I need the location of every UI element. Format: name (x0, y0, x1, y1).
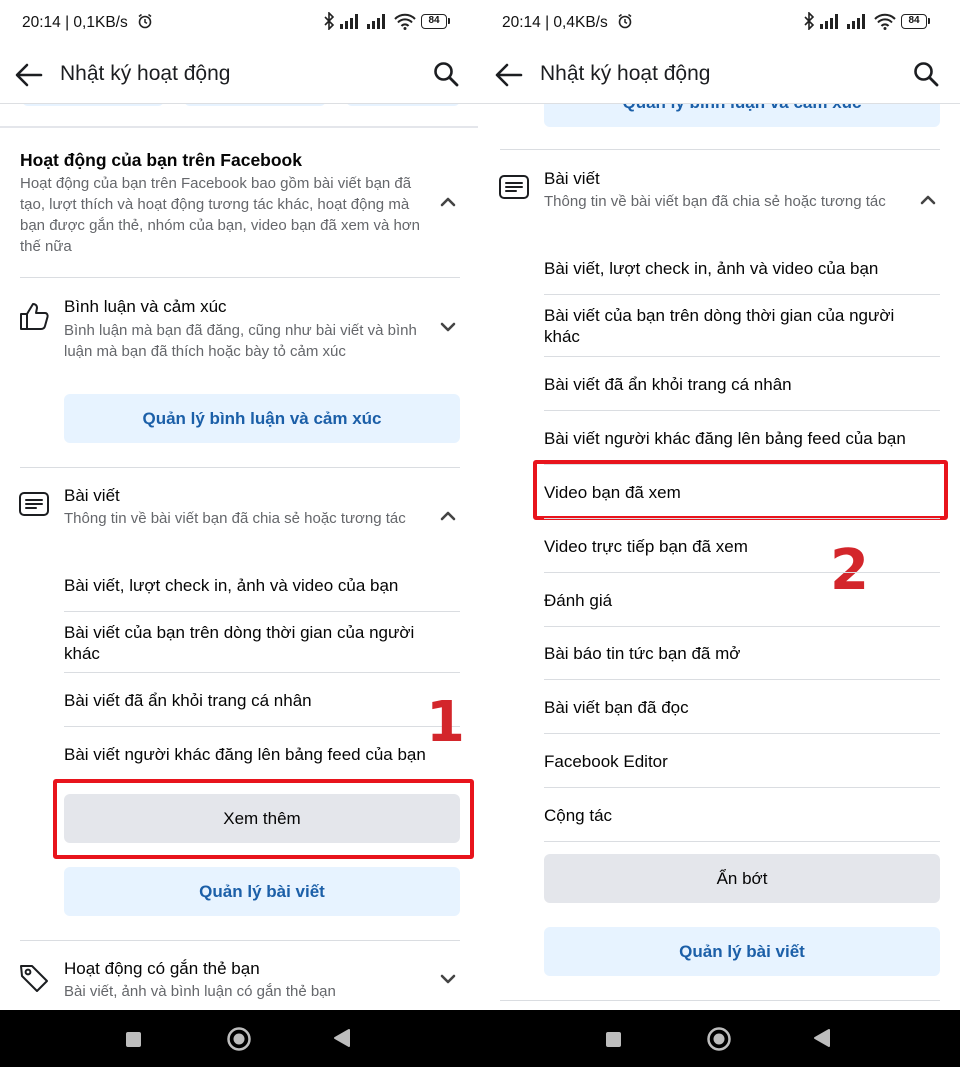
back-triangle-icon[interactable] (333, 1028, 351, 1048)
posts-item[interactable]: Bài viết người khác đăng lên bảng feed c… (64, 744, 464, 765)
status-bar: 20:14 | 0,1KB/s 84 (0, 0, 480, 46)
battery-icon: 84 (421, 13, 450, 29)
tagged-section-desc: Bài viết, ảnh và bình luận có gắn thẻ bạ… (64, 983, 336, 1000)
battery-icon: 84 (901, 13, 930, 29)
chevron-up-icon[interactable] (920, 195, 936, 205)
posts-item[interactable]: Bài viết đã ẩn khỏi trang cá nhân (544, 374, 940, 395)
page-title: Nhật ký hoạt động (540, 62, 711, 85)
annotation-step-number: 1 (426, 690, 465, 755)
chevron-up-icon[interactable] (440, 511, 456, 521)
home-circle-icon[interactable] (226, 1026, 252, 1052)
comments-section-desc: Bình luận mà bạn đã đăng, cũng như bài v… (64, 322, 417, 360)
posts-item[interactable]: Bài viết bạn đã đọc (544, 697, 940, 718)
bluetooth-icon (804, 12, 815, 30)
posts-item[interactable]: Video trực tiếp bạn đã xem (544, 536, 940, 557)
back-triangle-icon[interactable] (813, 1028, 831, 1048)
divider (20, 277, 460, 278)
manage-posts-button[interactable]: Quản lý bài viết (544, 927, 940, 976)
divider (20, 940, 460, 941)
tagged-section-title: Hoạt động có gắn thẻ bạn (64, 959, 260, 978)
alarm-icon (138, 13, 152, 29)
posts-item[interactable]: Bài viết của bạn trên dòng thời gian của… (64, 622, 444, 664)
divider (544, 626, 940, 627)
status-time: 20:14 | 0,1KB/s (22, 14, 128, 31)
chevron-down-icon[interactable] (440, 974, 456, 984)
divider (544, 572, 940, 573)
divider (544, 294, 940, 295)
wifi-icon (394, 13, 416, 30)
alarm-icon (618, 13, 632, 29)
section-divider (0, 126, 480, 128)
comments-section-title: Bình luận và cảm xúc (64, 297, 227, 316)
signal-icon (367, 14, 385, 29)
posts-icon (19, 492, 49, 516)
annotation-highlight-box (533, 460, 948, 520)
posts-section-title: Bài viết (64, 486, 120, 505)
back-arrow-icon[interactable] (14, 61, 44, 89)
status-icons: 84 (803, 12, 930, 30)
divider (544, 841, 940, 842)
posts-section-title: Bài viết (544, 169, 600, 188)
search-icon[interactable] (432, 60, 460, 88)
right-screenshot: 20:14 | 0,4KB/s 84 Nhật ký hoạt động Quả… (480, 0, 960, 1010)
divider (64, 672, 460, 673)
status-icons: 84 (323, 12, 450, 30)
divider (20, 467, 460, 468)
divider (544, 787, 940, 788)
bluetooth-icon (324, 12, 335, 30)
status-time: 20:14 | 0,4KB/s (502, 14, 608, 31)
back-arrow-icon[interactable] (494, 61, 524, 89)
divider (64, 611, 460, 612)
divider (544, 410, 940, 411)
divider (500, 1000, 940, 1001)
battery-level: 84 (421, 13, 447, 29)
posts-section-desc: Thông tin về bài viết bạn đã chia sẻ hoặ… (544, 193, 886, 210)
annotation-highlight-box (53, 779, 474, 859)
tag-icon (20, 965, 48, 992)
system-nav-bar (0, 1010, 960, 1067)
manage-posts-button[interactable]: Quản lý bài viết (64, 867, 460, 916)
facebook-activity-desc: Hoạt động của bạn trên Facebook bao gồm … (20, 175, 420, 255)
posts-item[interactable]: Bài viết đã ẩn khỏi trang cá nhân (64, 690, 460, 711)
search-icon[interactable] (912, 60, 940, 88)
app-bar: Nhật ký hoạt động (0, 46, 480, 104)
chevron-down-icon[interactable] (440, 322, 456, 332)
divider (544, 518, 940, 519)
wifi-icon (874, 13, 896, 30)
signal-icon (820, 14, 838, 29)
posts-item[interactable]: Facebook Editor (544, 751, 940, 772)
page-title: Nhật ký hoạt động (60, 62, 231, 85)
divider (500, 149, 940, 150)
see-less-button[interactable]: Ẩn bớt (544, 854, 940, 903)
thumbs-up-icon (20, 303, 49, 330)
divider (544, 679, 940, 680)
posts-section-desc: Thông tin về bài viết bạn đã chia sẻ hoặ… (64, 510, 406, 527)
posts-item[interactable]: Bài viết của bạn trên dòng thời gian của… (544, 305, 924, 347)
posts-item[interactable]: Đánh giá (544, 590, 940, 611)
divider (64, 726, 460, 727)
recents-square-icon[interactable] (605, 1031, 622, 1048)
status-bar: 20:14 | 0,4KB/s 84 (480, 0, 960, 46)
posts-item[interactable]: Bài viết, lượt check in, ảnh và video củ… (64, 575, 460, 596)
divider (544, 356, 940, 357)
recents-square-icon[interactable] (125, 1031, 142, 1048)
left-screenshot: 20:14 | 0,1KB/s 84 Nhật ký hoạt động Hoạ… (0, 0, 480, 1010)
posts-item[interactable]: Bài viết người khác đăng lên bảng feed c… (544, 428, 944, 449)
manage-comments-button[interactable]: Quản lý bình luận và cảm xúc (64, 394, 460, 443)
posts-item[interactable]: Cộng tác (544, 805, 940, 826)
divider (544, 733, 940, 734)
battery-level: 84 (901, 13, 927, 29)
posts-item[interactable]: Bài báo tin tức bạn đã mở (544, 643, 940, 664)
app-bar: Nhật ký hoạt động (480, 46, 960, 104)
signal-icon (847, 14, 865, 29)
facebook-activity-title: Hoạt động của bạn trên Facebook (20, 150, 302, 170)
posts-item[interactable]: Bài viết, lượt check in, ảnh và video củ… (544, 258, 940, 279)
posts-icon (499, 175, 529, 199)
home-circle-icon[interactable] (706, 1026, 732, 1052)
signal-icon (340, 14, 358, 29)
chevron-up-icon[interactable] (440, 197, 456, 207)
